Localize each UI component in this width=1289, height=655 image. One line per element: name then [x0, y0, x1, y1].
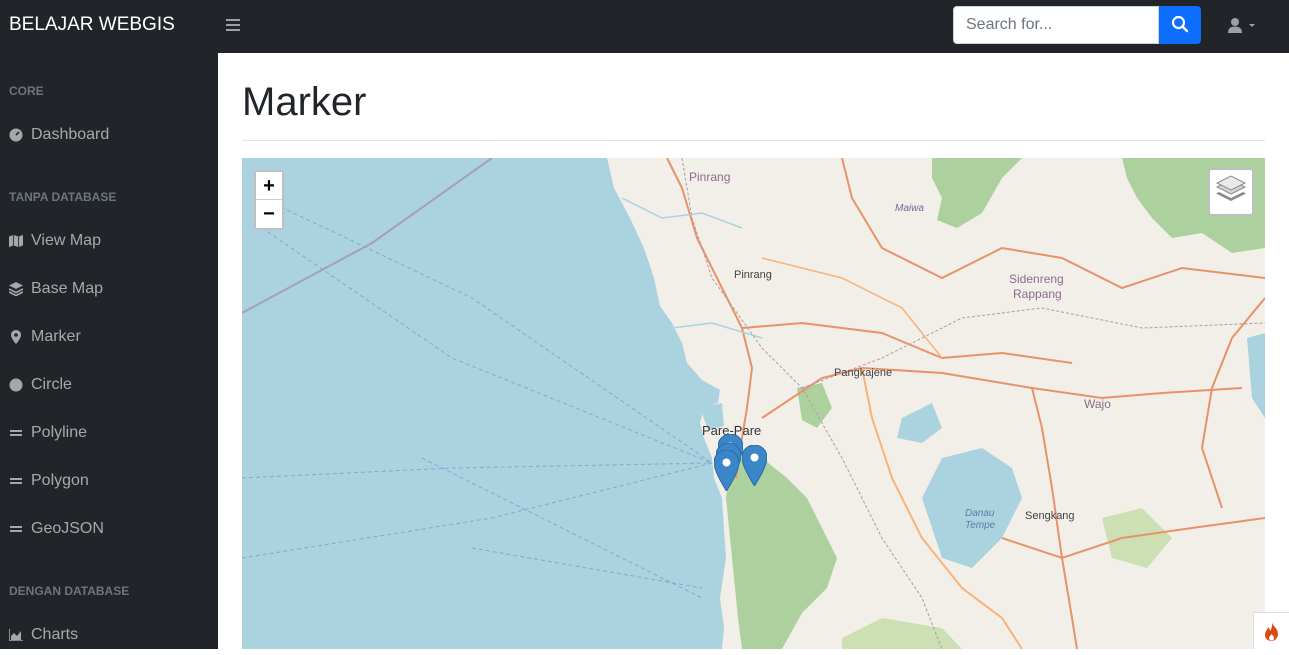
map-label-pangkajene: Pangkajene — [834, 367, 893, 379]
sidebar-item-label: View Map — [31, 232, 101, 249]
grip-lines-icon — [9, 474, 23, 488]
sidebar-item-label: GeoJSON — [31, 520, 104, 537]
search-form — [953, 6, 1201, 44]
user-icon — [1228, 18, 1255, 33]
leaflet-map[interactable]: Pinrang Pinrang Maiwa Sidenreng Rappang … — [242, 158, 1265, 649]
sidebar-heading-dengan-database: DENGAN DATABASE — [9, 584, 130, 598]
map-marker[interactable] — [714, 450, 739, 491]
search-icon — [1171, 15, 1189, 32]
zoom-in-button[interactable]: + — [256, 172, 282, 200]
divider — [242, 140, 1265, 141]
search-input[interactable] — [953, 6, 1159, 44]
map-label-danau: Danau — [965, 508, 995, 519]
map-label-sengkang: Sengkang — [1025, 510, 1075, 522]
debug-toolbar-button[interactable] — [1253, 612, 1289, 649]
flame-icon — [1265, 622, 1278, 641]
map-label-sidenreng: Sidenreng — [1009, 272, 1064, 286]
sidebar-heading-core: CORE — [9, 84, 44, 98]
map-label-maiwa: Maiwa — [895, 203, 924, 214]
search-button[interactable] — [1159, 6, 1201, 44]
map-label-pinrang-regency: Pinrang — [689, 170, 731, 184]
sidebar-item-label: Circle — [31, 376, 72, 393]
map-label-wajo: Wajo — [1084, 397, 1111, 411]
layer-group-icon — [9, 282, 23, 296]
sidebar-item-view-map[interactable]: View Map — [9, 229, 101, 253]
sidebar-item-polyline[interactable]: Polyline — [9, 421, 87, 445]
grip-lines-icon — [9, 522, 23, 536]
sidebar-item-geojson[interactable]: GeoJSON — [9, 517, 104, 541]
map-label-pinrang-town: Pinrang — [734, 269, 772, 281]
map-icon — [9, 234, 23, 248]
layers-control-button[interactable] — [1208, 168, 1254, 216]
sidebar-item-marker[interactable]: Marker — [9, 325, 81, 349]
zoom-control: + − — [254, 170, 284, 230]
sidebar-item-charts[interactable]: Charts — [9, 623, 78, 647]
sidebar-item-base-map[interactable]: Base Map — [9, 277, 103, 301]
map-marker-icon — [9, 330, 23, 344]
tachometer-icon — [9, 128, 23, 142]
grip-lines-icon — [9, 426, 23, 440]
brand-title[interactable]: BELAJAR WEBGIS — [9, 14, 175, 36]
map-tiles — [242, 158, 1265, 649]
sidebar-item-circle[interactable]: Circle — [9, 373, 72, 397]
sidebar-item-polygon[interactable]: Polygon — [9, 469, 89, 493]
sidebar-item-label: Polyline — [31, 424, 88, 441]
sidebar-item-dashboard[interactable]: Dashboard — [9, 123, 109, 147]
map-label-rappang: Rappang — [1013, 287, 1062, 301]
sidebar-item-label: Dashboard — [31, 126, 110, 143]
sidebar-heading-tanpa-database: TANPA DATABASE — [9, 190, 117, 204]
sidebar-item-label: Base Map — [31, 280, 104, 297]
sidebar: CORE Dashboard TANPA DATABASE View Map B… — [0, 53, 218, 649]
circle-icon — [9, 378, 23, 392]
top-navbar: BELAJAR WEBGIS — [0, 0, 1289, 53]
layers-icon — [1215, 175, 1247, 201]
user-dropdown[interactable] — [1227, 16, 1257, 36]
sidebar-toggle-button[interactable] — [226, 16, 240, 34]
sidebar-item-label: Polygon — [31, 472, 89, 489]
page-title: Marker — [242, 80, 367, 124]
sidebar-item-label: Marker — [31, 328, 81, 345]
map-marker[interactable] — [742, 445, 767, 486]
zoom-out-button[interactable]: − — [256, 200, 282, 228]
main-content: Marker Pinrang Pinrang Maiwa Sidenreng R… — [218, 53, 1289, 649]
chart-area-icon — [9, 628, 23, 642]
map-label-tempe: Tempe — [965, 520, 996, 531]
sidebar-item-label: Charts — [31, 626, 79, 643]
